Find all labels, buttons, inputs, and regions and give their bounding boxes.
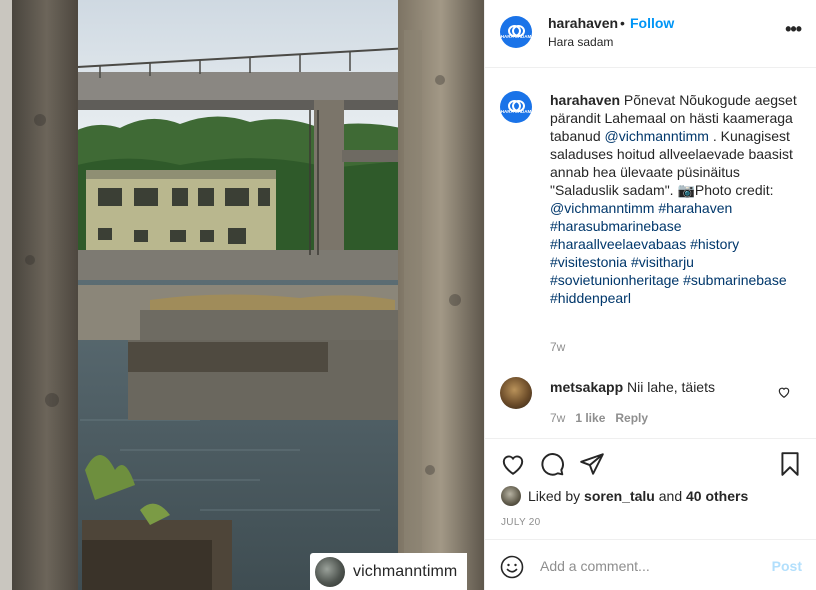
caption-username[interactable]: harahaven xyxy=(550,92,620,108)
add-comment-bar: Post xyxy=(485,539,816,590)
post-panel: HARA SADAM harahaven • Follow Hara sadam… xyxy=(484,0,816,590)
comment-likes[interactable]: 1 like xyxy=(575,411,605,425)
tag-username: vichmanntimm xyxy=(353,562,458,580)
likes-prefix: Liked by xyxy=(528,488,585,504)
commenter-avatar[interactable] xyxy=(500,377,532,409)
caption-avatar[interactable]: HARA SADAM xyxy=(500,91,532,123)
profile-avatar[interactable]: HARA SADAM xyxy=(500,16,532,48)
hashtag-link[interactable]: #visitestonia xyxy=(550,254,627,270)
hashtag-link[interactable]: #harahaven xyxy=(658,200,732,216)
comment-like-heart-icon[interactable] xyxy=(777,385,791,399)
emoji-icon[interactable] xyxy=(500,555,524,579)
hashtag-link[interactable]: #visitharju xyxy=(631,254,694,270)
likes-text: Liked by soren_talu and 40 others xyxy=(528,488,748,504)
photo-image xyxy=(0,0,484,590)
comment-input[interactable] xyxy=(540,555,760,577)
infinity-logo-icon xyxy=(507,100,525,112)
hashtag-link[interactable]: #hiddenpearl xyxy=(550,290,631,306)
likes-summary: Liked by soren_talu and 40 others xyxy=(501,486,748,506)
post-comment-button[interactable]: Post xyxy=(772,558,802,574)
camera-emoji-icon: 📷 xyxy=(677,182,695,198)
likes-others-link[interactable]: 40 others xyxy=(686,488,748,504)
follow-separator: • xyxy=(620,15,625,31)
post-actions: Liked by soren_talu and 40 others JULY 2… xyxy=(485,438,816,538)
caption-timestamp[interactable]: 7w xyxy=(550,340,565,354)
reply-button[interactable]: Reply xyxy=(615,411,648,425)
hashtag-link[interactable]: #history xyxy=(690,236,739,252)
hashtag-link[interactable]: #harasubmarinebase xyxy=(550,218,682,234)
infinity-logo-icon xyxy=(507,25,525,37)
comment-meta: 7w 1 like Reply xyxy=(550,411,648,425)
comment-bubble-icon[interactable] xyxy=(539,451,565,477)
header-username[interactable]: harahaven xyxy=(548,15,618,31)
post-photo[interactable]: vichmanntimm xyxy=(0,0,484,590)
hashtag-link[interactable]: #sovietunionheritage xyxy=(550,272,679,288)
location-link[interactable]: Hara sadam xyxy=(548,35,613,49)
comment-text: Nii lahe, täiets xyxy=(627,379,715,395)
caption-mention-2[interactable]: @vichmanntimm xyxy=(550,200,654,216)
photo-user-tag[interactable]: vichmanntimm xyxy=(310,553,468,590)
likes-middle: and xyxy=(654,488,686,504)
tag-avatar xyxy=(315,556,345,587)
hashtag-link[interactable]: #submarinebase xyxy=(683,272,787,288)
comments-area[interactable]: HARA SADAM harahaven Põnevat Nõukogude a… xyxy=(485,69,816,439)
comment-timestamp[interactable]: 7w xyxy=(550,411,565,425)
share-send-icon[interactable] xyxy=(579,451,605,477)
hashtag-link[interactable]: #haraallveelaevabaas xyxy=(550,236,686,252)
like-heart-icon[interactable] xyxy=(500,451,526,477)
caption-mention[interactable]: @vichmanntimm xyxy=(605,128,709,144)
post-date[interactable]: JULY 20 xyxy=(501,517,541,528)
liker-avatar[interactable] xyxy=(501,486,521,506)
comment: metsakapp Nii lahe, täiets xyxy=(550,379,715,395)
more-options-icon[interactable]: ••• xyxy=(785,19,802,40)
liker-username[interactable]: soren_talu xyxy=(584,488,655,504)
save-bookmark-icon[interactable] xyxy=(777,451,803,477)
post-header: HARA SADAM harahaven • Follow Hara sadam… xyxy=(485,0,816,68)
caption-text-3: Photo credit: xyxy=(694,182,774,198)
follow-button[interactable]: Follow xyxy=(630,15,674,31)
post-caption: harahaven Põnevat Nõukogude aegset päran… xyxy=(550,91,802,307)
comment-username[interactable]: metsakapp xyxy=(550,379,623,395)
